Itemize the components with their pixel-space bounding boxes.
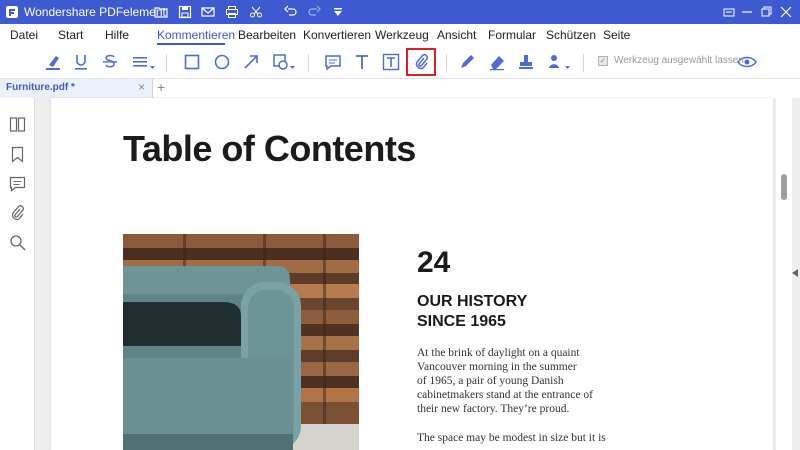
menu-seite[interactable]: Seite [603, 28, 630, 42]
scrollbar-thumb[interactable] [781, 174, 787, 200]
sticky-note-icon[interactable] [322, 51, 344, 73]
document-tab-bar: Furniture.pdf * × + [0, 78, 800, 99]
maximize-icon[interactable] [757, 3, 775, 21]
attachment-tool-highlight [406, 48, 436, 76]
print-icon[interactable] [224, 4, 240, 20]
tab-close-icon[interactable]: × [138, 80, 145, 94]
menu-konvertieren[interactable]: Konvertieren [303, 28, 371, 42]
paragraph-line: of 1965, a pair of young Danish [417, 375, 564, 387]
minimize-icon[interactable] [738, 3, 756, 21]
rectangle-icon[interactable] [181, 51, 203, 73]
dropdown-icon[interactable] [330, 4, 346, 20]
bookmark-icon[interactable] [7, 144, 27, 164]
section-title-line: SINCE 1965 [417, 313, 506, 330]
paragraph-line: Vancouver morning in the summer [417, 361, 577, 373]
menu-kommentieren[interactable]: Kommentieren [157, 28, 235, 42]
menu-start[interactable]: Start [58, 28, 83, 42]
text-icon[interactable] [351, 51, 373, 73]
mail-icon[interactable] [200, 4, 216, 20]
page-heading: Table of Contents [123, 128, 416, 169]
paragraph-line: cabinetmakers stand at the entrance of [417, 389, 593, 401]
collapse-right-icon[interactable] [792, 269, 798, 279]
tab-furniture[interactable]: Furniture.pdf * × [0, 79, 153, 98]
app-title: Wondershare PDFelement [24, 5, 166, 19]
restore-icon[interactable] [720, 3, 738, 21]
toolbar-separator [166, 54, 167, 72]
second-paragraph: The space may be modest in size but it i… [417, 431, 617, 445]
app-logo-icon [5, 5, 19, 19]
tab-label: Furniture.pdf * [6, 82, 75, 93]
eraser-icon[interactable] [486, 51, 508, 73]
shapes-icon[interactable] [270, 51, 298, 73]
section-title: OUR HISTORY SINCE 1965 [417, 292, 527, 332]
document-viewer: Table of Contents 24 OUR HISTORY SINCE 1… [35, 98, 800, 450]
vertical-scrollbar[interactable] [776, 98, 792, 450]
close-icon[interactable] [777, 3, 795, 21]
thumbnails-icon[interactable] [7, 114, 27, 134]
menu-schuetzen[interactable]: Schützen [546, 28, 596, 42]
stamp-icon[interactable] [515, 51, 537, 73]
keep-tool-checkbox[interactable]: ✓ [598, 55, 608, 66]
menu-formular[interactable]: Formular [488, 28, 536, 42]
lines-icon[interactable] [130, 51, 158, 73]
comment-icon[interactable] [7, 173, 27, 193]
menu-hilfe[interactable]: Hilfe [105, 28, 129, 42]
menu-ansicht[interactable]: Ansicht [437, 28, 476, 42]
active-menu-indicator [157, 43, 225, 45]
add-tab-icon[interactable]: + [157, 79, 165, 96]
menu-bearbeiten[interactable]: Bearbeiten [238, 28, 296, 42]
toolbar-separator [308, 54, 309, 72]
section-title-line: OUR HISTORY [417, 293, 528, 310]
textbox-icon[interactable] [380, 51, 402, 73]
paragraph-line: The space may be modest in size but it i… [417, 432, 606, 444]
armchair-photo [123, 234, 359, 450]
undo-icon[interactable] [283, 4, 299, 20]
circle-icon[interactable] [211, 51, 233, 73]
title-bar: Wondershare PDFelement [0, 0, 800, 24]
left-sidebar [0, 98, 35, 450]
folder-icon[interactable] [153, 4, 169, 20]
arrow-icon[interactable] [240, 51, 262, 73]
toolbar-separator [583, 54, 584, 72]
keep-tool-selected-option[interactable]: ✓ Werkzeug ausgewählt lassen [598, 55, 744, 66]
menu-werkzeug[interactable]: Werkzeug [375, 28, 429, 42]
underline-icon[interactable] [70, 51, 92, 73]
keep-tool-label: Werkzeug ausgewählt lassen [614, 55, 744, 66]
attachment-icon[interactable] [7, 203, 27, 223]
paragraph-line: their new factory. They’re proud. [417, 403, 570, 415]
page-number: 24 [417, 246, 451, 279]
redo-icon[interactable] [306, 4, 322, 20]
pencil-icon[interactable] [456, 51, 478, 73]
save-icon[interactable] [177, 4, 193, 20]
menu-bar: Datei Start Hilfe Kommentieren Bearbeite… [0, 24, 800, 68]
highlight-icon[interactable] [42, 51, 64, 73]
toolbar-separator [446, 54, 447, 72]
scissors-icon[interactable] [248, 4, 264, 20]
strikethrough-icon[interactable] [99, 51, 121, 73]
pdf-page: Table of Contents 24 OUR HISTORY SINCE 1… [51, 98, 773, 450]
menu-datei[interactable]: Datei [10, 28, 38, 42]
signature-icon[interactable] [545, 51, 573, 73]
paragraph-line: At the brink of daylight on a quaint [417, 347, 580, 359]
search-icon[interactable] [7, 232, 27, 252]
history-paragraph: At the brink of daylight on a quaint Van… [417, 346, 617, 416]
